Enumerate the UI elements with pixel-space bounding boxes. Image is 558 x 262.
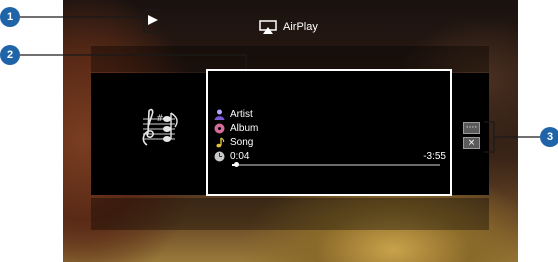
artist-row: Artist (214, 109, 253, 120)
callout-badge-3: 3 (540, 127, 558, 147)
airplay-label: AirPlay (283, 21, 318, 33)
album-icon (214, 123, 225, 134)
song-row: Song (214, 137, 253, 148)
track-info-panel: Artist Album Song 0:04 -3:55 (206, 69, 452, 196)
more-options-button[interactable]: ···· (463, 122, 480, 134)
progress-bar[interactable] (232, 162, 440, 167)
airplay-header: AirPlay (259, 18, 318, 36)
song-title: Song (230, 137, 254, 148)
play-icon (148, 15, 158, 25)
artist-icon (214, 109, 225, 120)
screen: AirPlay # Artist Album Song 0:04 -3:55 ·… (63, 0, 518, 262)
close-button[interactable]: × (463, 137, 480, 149)
music-notes-icon: # (142, 108, 178, 146)
background-band-bottom (91, 198, 489, 230)
remaining-time: -3:55 (423, 151, 446, 162)
album-row: Album (214, 123, 258, 134)
album-name: Album (230, 123, 259, 134)
airplay-icon (259, 20, 277, 34)
callout-badge-2: 2 (0, 45, 20, 65)
elapsed-time: 0:04 (230, 151, 250, 162)
callout-badge-1: 1 (0, 7, 20, 27)
clock-icon (214, 151, 225, 162)
progress-knob[interactable] (234, 162, 240, 167)
song-note-icon (216, 137, 225, 148)
time-row: 0:04 -3:55 (214, 151, 446, 162)
artist-name: Artist (230, 109, 253, 120)
svg-text:#: # (156, 114, 164, 124)
